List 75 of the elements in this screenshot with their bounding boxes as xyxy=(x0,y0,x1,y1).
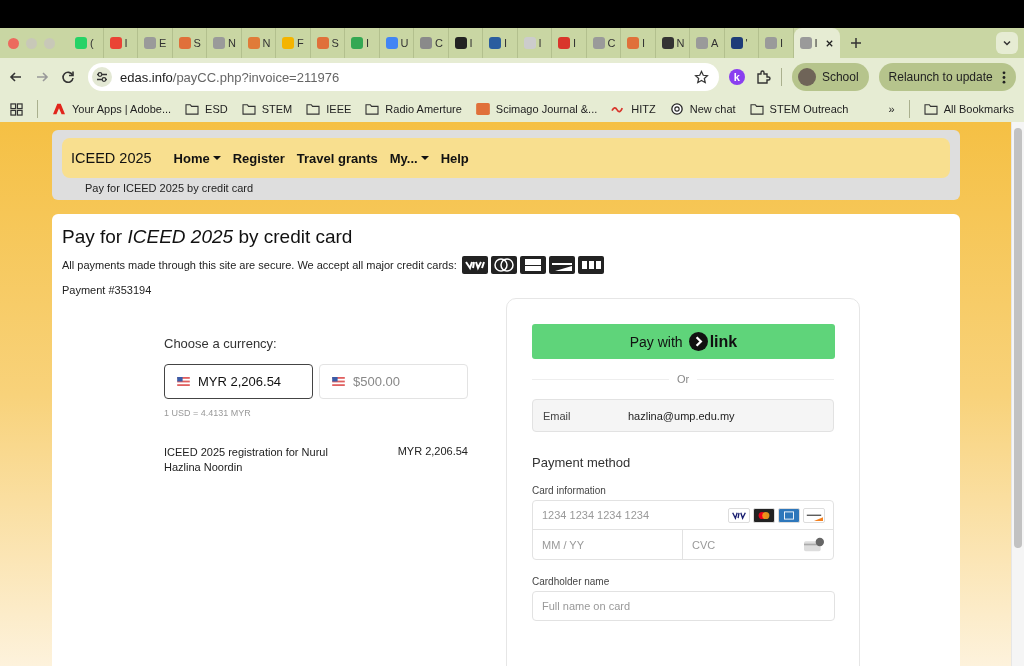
reload-icon[interactable] xyxy=(60,69,76,85)
card-brand-icon xyxy=(778,507,800,523)
scrollbar[interactable] xyxy=(1011,122,1024,666)
page-title: Pay for ICEED 2025 by credit card xyxy=(62,226,354,248)
knot-logo-icon xyxy=(669,103,684,115)
payment-method-heading: Payment method xyxy=(532,455,632,470)
bookmark-item[interactable]: New chat xyxy=(669,103,736,115)
or-divider-text: Or xyxy=(676,373,690,385)
bookmark-item[interactable]: STEM Outreach xyxy=(749,103,849,115)
bookmark-item[interactable]: Scimago Journal &... xyxy=(475,103,598,115)
card-logo-icon xyxy=(548,256,575,274)
exchange-rate: 1 USD = 4.4131 MYR xyxy=(164,408,252,418)
address-bar[interactable]: edas.info/payCC.php?invoice=211976 xyxy=(88,63,719,91)
bookmark-item[interactable]: STEM xyxy=(241,103,293,115)
close-icon[interactable] xyxy=(824,38,834,48)
apps-grid-icon[interactable] xyxy=(10,102,23,116)
security-note: All payments made through this site are secure. We accept all major credit cards: xyxy=(62,259,457,271)
browser-tab[interactable]: I xyxy=(793,28,840,58)
profile-button[interactable]: School xyxy=(791,63,869,91)
cvc-field[interactable]: CVC xyxy=(683,538,803,551)
currency-label: Choose a currency: xyxy=(164,336,278,351)
chevron-down-icon xyxy=(1002,38,1012,48)
expiry-field[interactable]: MM / YY xyxy=(533,530,683,559)
folder-icon xyxy=(241,103,256,115)
new-tab-icon[interactable] xyxy=(849,37,862,49)
line-item-description: ICEED 2025 registration for Nurul Hazlina Noordin xyxy=(164,445,329,475)
bookmark-item[interactable]: HITZ xyxy=(611,103,656,115)
folder-icon xyxy=(185,103,200,115)
card-logo-icon xyxy=(461,256,488,274)
currency-option[interactable]: MYR 2,206.54 xyxy=(164,364,313,399)
folder-icon xyxy=(365,103,380,115)
card-cvc-icon xyxy=(803,537,825,552)
more-menu-icon xyxy=(1002,71,1006,85)
site-settings-icon[interactable] xyxy=(92,67,112,87)
nav-link[interactable]: Help xyxy=(440,150,469,166)
flag-icon xyxy=(332,377,345,386)
chevron-circle-icon xyxy=(688,332,708,351)
bookmark-item[interactable]: Radio Amerture xyxy=(365,103,462,115)
tab-search-button[interactable] xyxy=(996,32,1018,54)
card-brand-icon xyxy=(728,507,750,523)
line-item-amount: MYR 2,206.54 xyxy=(397,445,468,459)
pay-with-link-button[interactable]: Pay with link xyxy=(532,324,835,359)
bookmark-item[interactable]: ESD xyxy=(185,103,228,115)
all-bookmarks-item[interactable]: All Bookmarks xyxy=(923,103,1014,115)
flag-icon xyxy=(177,377,190,386)
card-logo-icon xyxy=(490,256,517,274)
email-field[interactable]: Email hazlina@ump.edu.my xyxy=(532,399,834,432)
currency-option[interactable]: $500.00 xyxy=(319,364,468,399)
more-bookmarks-button[interactable]: » xyxy=(888,103,895,115)
nav-link[interactable]: Home xyxy=(173,150,221,166)
relaunch-button[interactable]: Relaunch to update xyxy=(878,63,1016,91)
triangle-logo-icon xyxy=(52,103,66,115)
folder-icon xyxy=(923,103,938,115)
nav-link[interactable]: My... xyxy=(389,150,429,166)
extension-button[interactable]: k xyxy=(728,69,745,85)
breadcrumb: Pay for ICEED 2025 by credit card xyxy=(84,181,255,194)
card-number-field[interactable]: 1234 1234 1234 1234 xyxy=(533,509,725,521)
square-logo-icon xyxy=(475,103,490,115)
bookmark-item[interactable]: IEEE xyxy=(306,103,352,115)
folder-icon xyxy=(749,103,764,115)
bookmark-item[interactable]: Your Apps | Adobe... xyxy=(52,103,172,115)
cardholder-name-label: Cardholder name xyxy=(532,576,611,587)
card-information-label: Card information xyxy=(532,485,607,496)
payment-number: Payment #353194 xyxy=(62,284,153,296)
folder-icon xyxy=(306,103,321,115)
cardholder-name-field[interactable]: Full name on card xyxy=(532,591,835,621)
extensions-puzzle-icon[interactable] xyxy=(754,69,771,85)
card-logo-icon xyxy=(577,256,604,274)
nav-link[interactable]: Register xyxy=(232,150,285,166)
card-brand-icon xyxy=(753,507,775,523)
card-logo-icon xyxy=(519,256,546,274)
card-brand-icon xyxy=(803,507,825,523)
site-brand[interactable]: ICEED 2025 xyxy=(71,150,152,166)
bookmark-star-icon[interactable] xyxy=(693,69,709,85)
nav-link[interactable]: Travel grants xyxy=(296,150,378,166)
